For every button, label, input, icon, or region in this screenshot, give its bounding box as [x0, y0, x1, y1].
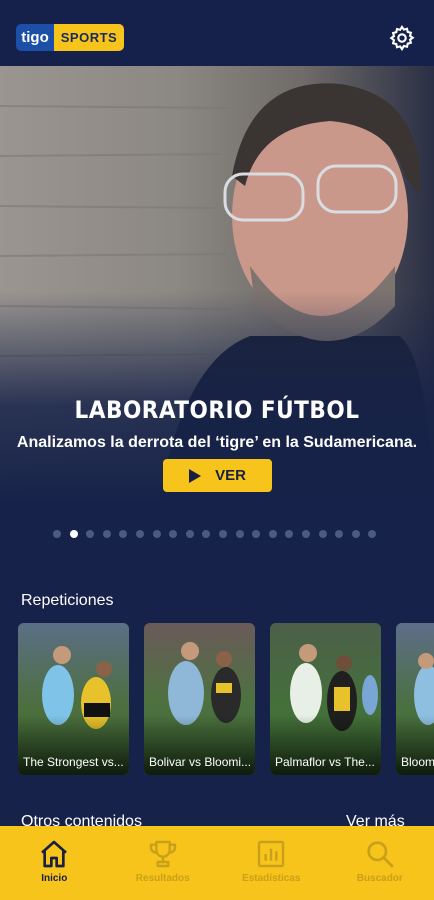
ver-button-label: VER [215, 467, 246, 484]
play-icon [189, 468, 202, 483]
top-bar: tigo SPORTS [0, 0, 434, 66]
carousel-dot[interactable] [102, 530, 111, 538]
hero-subtitle: Analizamos la derrota del ‘tigre’ en la … [16, 434, 418, 451]
nav-label: Inicio [41, 873, 68, 884]
ver-button[interactable]: VER [163, 459, 272, 492]
hero-title: LABORATORIO FÚTBOL [74, 396, 360, 424]
home-icon [41, 840, 68, 868]
nav-label: Buscador [356, 873, 403, 884]
video-caption: Bloomi... [401, 755, 434, 769]
nav-item-estadisticas[interactable]: Estadísticas [217, 826, 326, 900]
logo-tigo-text: tigo [16, 24, 54, 51]
video-caption: Palmaflor vs The... [275, 755, 375, 769]
carousel-dot[interactable] [202, 530, 211, 538]
video-card[interactable]: Bolivar vs Bloomi... [144, 623, 255, 775]
repeticiones-carousel[interactable]: The Strongest vs... Bolivar vs Bloomi... [18, 623, 434, 775]
logo-sports-text: SPORTS [54, 24, 124, 51]
carousel-dot[interactable] [152, 530, 161, 538]
carousel-dot[interactable] [69, 530, 78, 538]
carousel-dot[interactable] [235, 530, 244, 538]
gear-icon[interactable] [388, 24, 416, 52]
bottom-navigation: Inicio Resultados Estadísticas Buscador [0, 826, 434, 900]
video-caption: The Strongest vs... [23, 755, 124, 769]
nav-label: Resultados [135, 873, 190, 884]
video-card[interactable]: The Strongest vs... [18, 623, 129, 775]
carousel-dot[interactable] [135, 530, 144, 538]
video-card[interactable]: Bloomi... [396, 623, 434, 775]
video-caption: Bolivar vs Bloomi... [149, 755, 252, 769]
carousel-dot[interactable] [252, 530, 261, 538]
video-card[interactable]: Palmaflor vs The... [270, 623, 381, 775]
carousel-dot[interactable] [86, 530, 95, 538]
stats-icon [258, 840, 285, 868]
carousel-dot[interactable] [53, 530, 61, 538]
nav-item-buscador[interactable]: Buscador [326, 826, 434, 900]
carousel-dot[interactable] [285, 530, 294, 538]
section-title-repeticiones: Repeticiones [21, 592, 114, 609]
carousel-indicator[interactable] [53, 530, 377, 538]
tigo-sports-logo[interactable]: tigo SPORTS [16, 24, 124, 51]
nav-label: Estadísticas [242, 873, 301, 884]
nav-item-inicio[interactable]: Inicio [0, 826, 109, 900]
search-icon [367, 841, 394, 868]
trophy-icon [149, 840, 176, 868]
carousel-dot[interactable] [119, 530, 128, 538]
carousel-dot[interactable] [218, 530, 227, 538]
carousel-dot[interactable] [335, 530, 344, 538]
carousel-dot[interactable] [368, 530, 377, 538]
carousel-dot[interactable] [351, 530, 360, 538]
hero-banner[interactable]: LABORATORIO FÚTBOL Analizamos la derrota… [0, 66, 434, 566]
carousel-dot[interactable] [318, 530, 327, 538]
carousel-dot[interactable] [169, 530, 178, 538]
carousel-dot[interactable] [301, 530, 310, 538]
carousel-dot[interactable] [185, 530, 194, 538]
carousel-dot[interactable] [268, 530, 277, 538]
nav-item-resultados[interactable]: Resultados [109, 826, 218, 900]
